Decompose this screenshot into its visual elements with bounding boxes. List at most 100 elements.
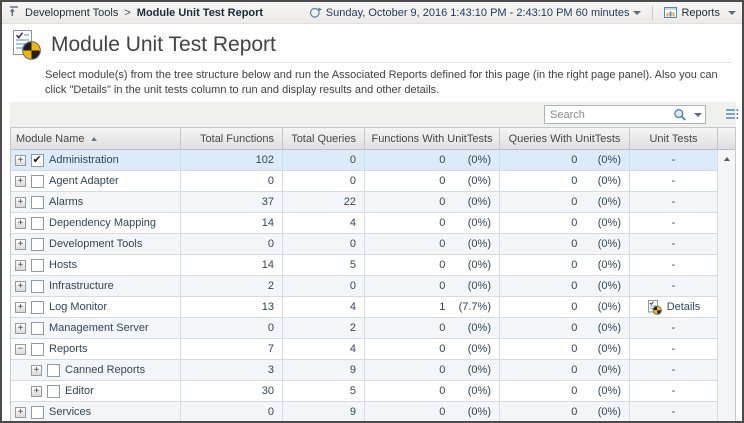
row-expander[interactable]: + xyxy=(15,407,26,418)
row-checkbox[interactable] xyxy=(47,385,60,398)
column-header-queries-with-unittests[interactable]: Queries With UnitTests xyxy=(500,128,630,150)
queries-unittests-count: 0 xyxy=(500,259,577,271)
column-header-functions-with-unittests[interactable]: Functions With UnitTests xyxy=(365,128,500,150)
queries-with-unittests-cell: 0 (0%) xyxy=(500,234,630,255)
total-queries-cell: 0 xyxy=(283,276,365,297)
column-header-unit-tests[interactable]: Unit Tests xyxy=(630,128,718,150)
row-expander[interactable]: + xyxy=(15,218,26,229)
total-queries-value: 5 xyxy=(350,385,356,397)
table-row[interactable]: + Infrastructure 2 0 0 (0%) 0 (0%) - xyxy=(11,276,718,297)
column-header-module-name[interactable]: Module Name xyxy=(11,128,181,150)
unit-tests-cell: - xyxy=(630,255,718,276)
table-row[interactable]: + Administration 102 0 0 (0%) 0 (0%) - xyxy=(11,150,718,171)
column-header-label: Total Functions xyxy=(200,133,274,145)
row-checkbox[interactable] xyxy=(31,154,44,167)
reports-icon xyxy=(664,6,677,19)
table-row[interactable]: + Agent Adapter 0 0 0 (0%) 0 (0%) - xyxy=(11,171,718,192)
total-functions-cell: 2 xyxy=(181,276,283,297)
column-chooser-icon[interactable] xyxy=(725,107,739,126)
row-checkbox[interactable] xyxy=(31,322,44,335)
total-queries-cell: 0 xyxy=(283,150,365,171)
search-input[interactable] xyxy=(550,109,673,121)
row-checkbox[interactable] xyxy=(47,364,60,377)
row-checkbox[interactable] xyxy=(31,217,44,230)
time-range-caret-icon xyxy=(633,11,641,15)
functions-with-unittests-cell: 0 (0%) xyxy=(365,255,500,276)
vertical-scrollbar[interactable] xyxy=(718,150,735,423)
table-row[interactable]: + Services 0 9 0 (0%) 0 (0%) - xyxy=(11,402,718,423)
scrollbar-up-button[interactable] xyxy=(718,150,735,167)
row-checkbox[interactable] xyxy=(31,280,44,293)
functions-unittests-pct: (0%) xyxy=(445,322,499,334)
total-functions-cell: 13 xyxy=(181,297,283,318)
up-level-icon[interactable] xyxy=(8,5,20,20)
page-description: Select module(s) from the tree structure… xyxy=(2,63,742,102)
row-checkbox[interactable] xyxy=(31,406,44,419)
column-header-total-queries[interactable]: Total Queries xyxy=(283,128,365,150)
table-row[interactable]: + Management Server 0 2 0 (0%) 0 (0%) - xyxy=(11,318,718,339)
row-expander[interactable]: + xyxy=(31,386,42,397)
details-link[interactable]: Details xyxy=(647,300,701,315)
queries-unittests-count: 0 xyxy=(500,385,577,397)
row-expander[interactable]: + xyxy=(15,323,26,334)
queries-unittests-count: 0 xyxy=(500,322,577,334)
table-row[interactable]: + Alarms 37 22 0 (0%) 0 (0%) - xyxy=(11,192,718,213)
row-expander[interactable]: + xyxy=(15,260,26,271)
queries-unittests-count: 0 xyxy=(500,196,577,208)
total-functions-cell: 7 xyxy=(181,339,283,360)
queries-unittests-pct: (0%) xyxy=(577,217,629,229)
row-checkbox[interactable] xyxy=(31,343,44,356)
queries-unittests-count: 0 xyxy=(500,175,577,187)
reports-caret-icon xyxy=(728,11,736,15)
row-expander[interactable]: + xyxy=(31,365,42,376)
table-row[interactable]: + Development Tools 0 0 0 (0%) 0 (0%) - xyxy=(11,234,718,255)
total-queries-value: 22 xyxy=(344,196,356,208)
breadcrumb-root[interactable]: Development Tools xyxy=(25,7,118,19)
table-row[interactable]: + Dependency Mapping 14 4 0 (0%) 0 (0%) … xyxy=(11,213,718,234)
row-checkbox[interactable] xyxy=(31,301,44,314)
row-expander[interactable]: − xyxy=(15,344,26,355)
row-expander[interactable]: + xyxy=(15,176,26,187)
row-checkbox[interactable] xyxy=(31,238,44,251)
queries-unittests-count: 0 xyxy=(500,364,577,376)
queries-unittests-count: 0 xyxy=(500,154,577,166)
total-queries-value: 0 xyxy=(350,154,356,166)
row-checkbox[interactable] xyxy=(31,259,44,272)
queries-unittests-count: 0 xyxy=(500,238,577,250)
functions-with-unittests-cell: 0 (0%) xyxy=(365,171,500,192)
row-expander[interactable]: + xyxy=(15,197,26,208)
unit-tests-cell: - xyxy=(630,192,718,213)
module-name-cell: + Administration xyxy=(11,150,181,171)
queries-unittests-count: 0 xyxy=(500,301,577,313)
table-row[interactable]: + Log Monitor 13 4 1 (7.7%) 0 (0%) xyxy=(11,297,718,318)
row-expander[interactable]: + xyxy=(15,281,26,292)
unit-tests-cell: - xyxy=(630,360,718,381)
row-expander[interactable]: + xyxy=(15,155,26,166)
column-header-total-functions[interactable]: Total Functions xyxy=(181,128,283,150)
functions-unittests-pct: (0%) xyxy=(445,343,499,355)
module-name-cell: + Infrastructure xyxy=(11,276,181,297)
module-name-label: Infrastructure xyxy=(49,280,114,292)
row-checkbox[interactable] xyxy=(31,175,44,188)
table-row[interactable]: + Canned Reports 3 9 0 (0%) 0 (0%) - xyxy=(11,360,718,381)
unit-tests-cell: - xyxy=(630,213,718,234)
time-range-selector[interactable]: Sunday, October 9, 2016 1:43:10 PM - 2:4… xyxy=(309,6,642,19)
row-expander[interactable]: + xyxy=(15,302,26,313)
table-row[interactable]: − Reports 7 4 0 (0%) 0 (0%) - xyxy=(11,339,718,360)
table-row[interactable]: + Editor 30 5 0 (0%) 0 (0%) - xyxy=(11,381,718,402)
table-row[interactable]: + Hosts 14 5 0 (0%) 0 (0%) - xyxy=(11,255,718,276)
total-functions-value: 13 xyxy=(262,301,274,313)
total-queries-cell: 0 xyxy=(283,234,365,255)
queries-with-unittests-cell: 0 (0%) xyxy=(500,150,630,171)
unit-tests-cell: - xyxy=(630,150,718,171)
reports-menu-button[interactable]: Reports xyxy=(664,6,736,19)
functions-with-unittests-cell: 0 (0%) xyxy=(365,318,500,339)
column-header-label: Total Queries xyxy=(291,133,356,145)
functions-unittests-count: 0 xyxy=(365,343,445,355)
search-button[interactable] xyxy=(673,108,702,122)
row-checkbox[interactable] xyxy=(31,196,44,209)
row-expander[interactable]: + xyxy=(15,239,26,250)
functions-unittests-count: 0 xyxy=(365,259,445,271)
unit-tests-cell: - xyxy=(630,402,718,423)
queries-unittests-count: 0 xyxy=(500,217,577,229)
